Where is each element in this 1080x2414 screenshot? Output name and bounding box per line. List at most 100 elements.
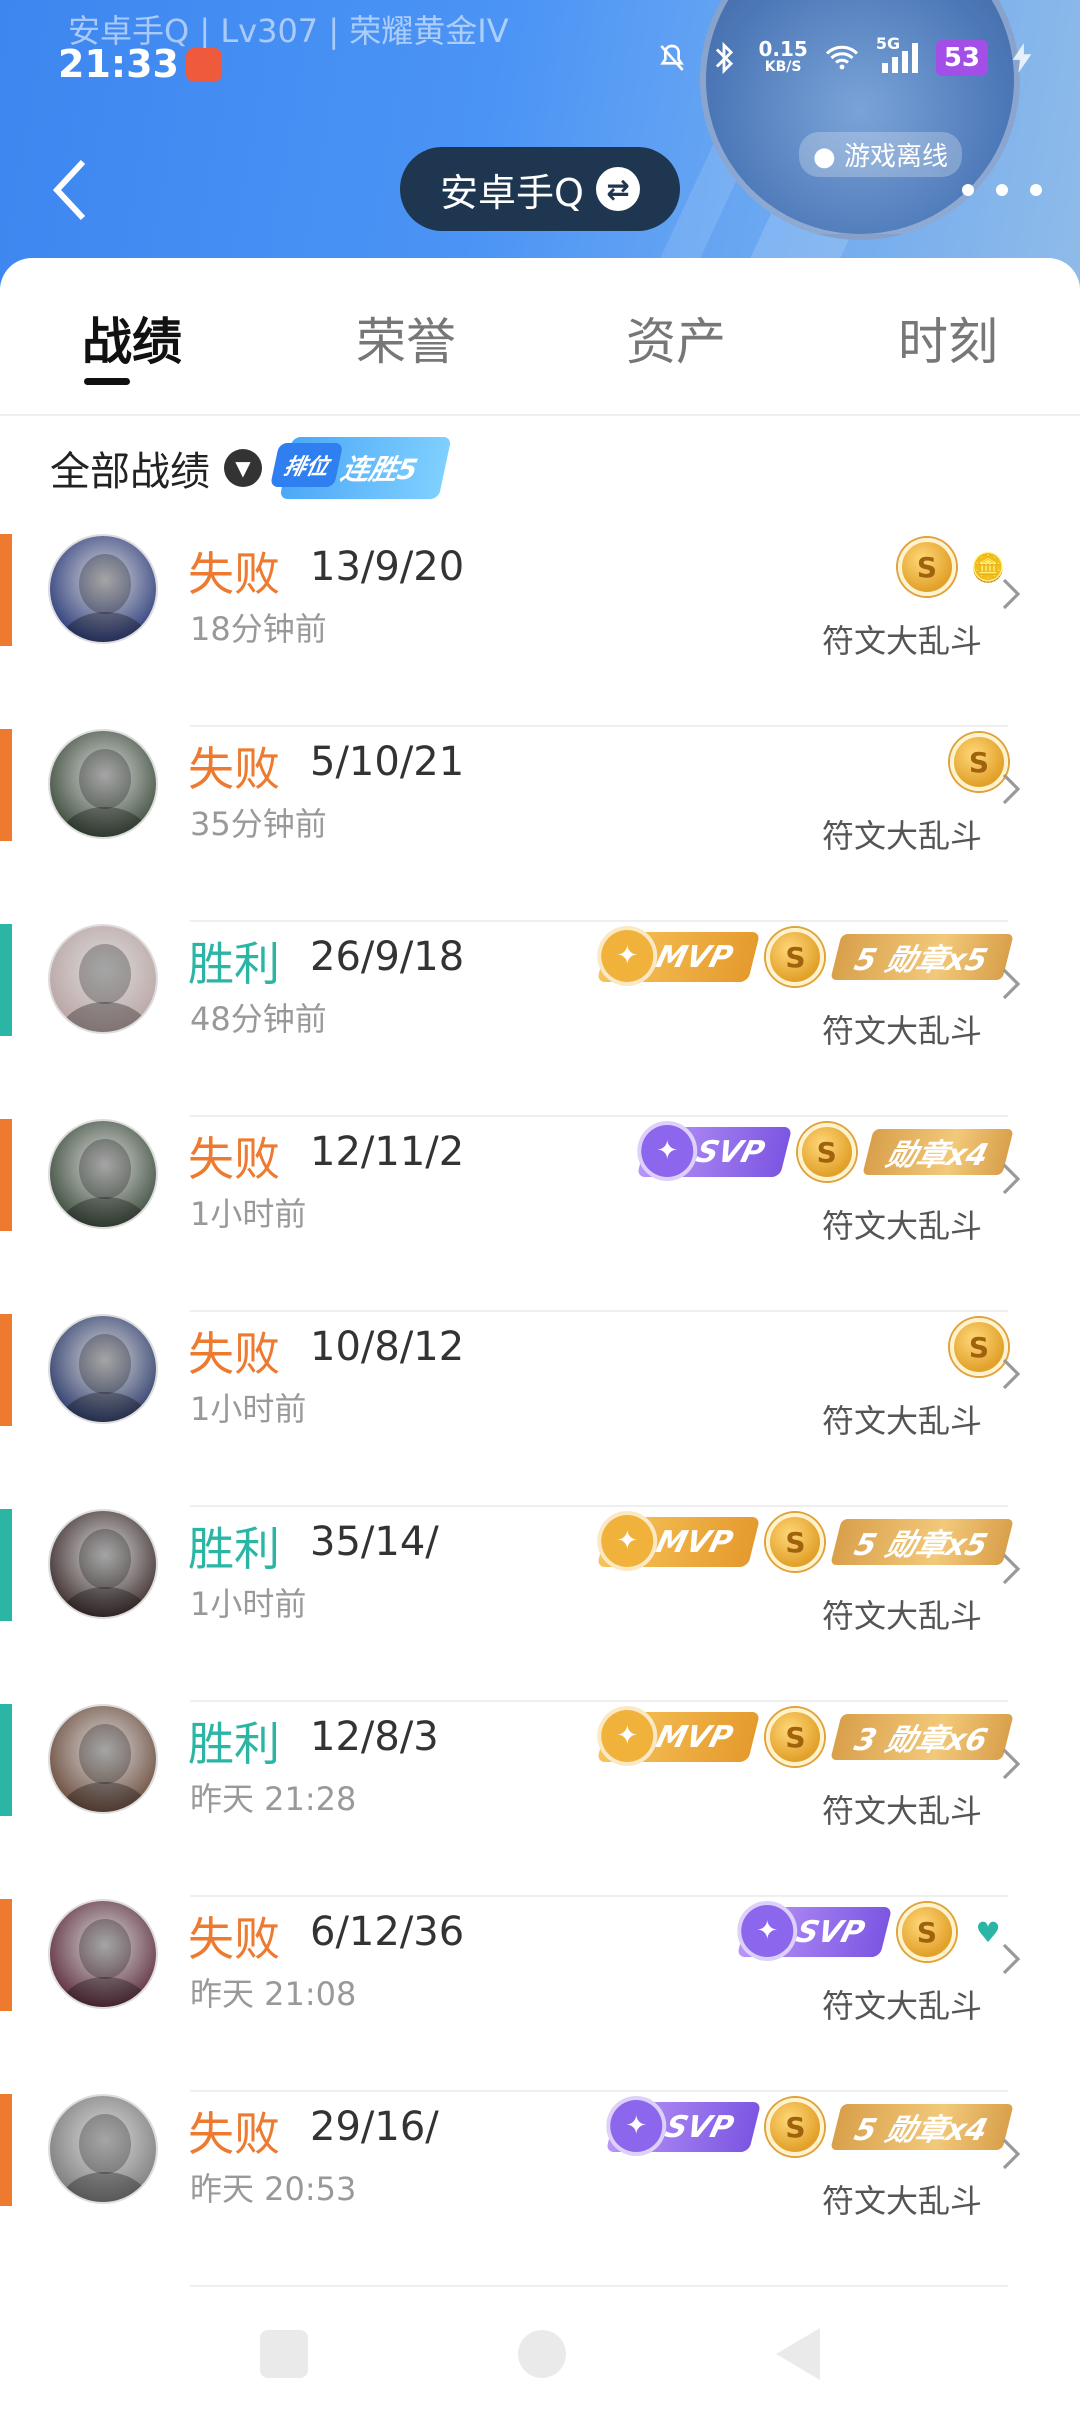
coin-icon: S xyxy=(766,928,825,986)
game-status-chip: ● 游戏离线 xyxy=(799,132,962,177)
medal-badge: 5 勋章x5 xyxy=(830,934,1014,980)
coin-icon: S xyxy=(766,1708,825,1766)
medal-badge: 5 勋章x4 xyxy=(830,2104,1014,2150)
network-speed: 0.15 KB/S xyxy=(758,37,808,76)
medal-badge: 勋章x4 xyxy=(862,1129,1014,1175)
svp-badge: ✦ SVP xyxy=(636,1121,792,1181)
coin-icon: S xyxy=(898,1903,956,1961)
result-indicator-bar xyxy=(0,1704,12,1816)
battery-indicator: 53 xyxy=(935,40,988,76)
match-kda: 13/9/20 xyxy=(310,544,465,590)
game-mode: 符文大乱斗 xyxy=(821,1597,982,1635)
chevron-down-icon[interactable]: ▼ xyxy=(224,449,262,487)
match-row[interactable]: 失败 5/10/21 35分钟前 S 符文大乱斗 xyxy=(0,727,1080,922)
match-result: 失败 xyxy=(188,742,280,796)
match-row[interactable]: 胜利 35/14/ 1小时前 ✦ MVP S 5 勋章x5 符文大乱斗 xyxy=(0,1507,1080,1702)
match-time: 1小时前 xyxy=(190,1585,307,1623)
tab-records[interactable]: 战绩 xyxy=(82,302,182,374)
tab-assets[interactable]: 资产 xyxy=(626,302,726,374)
match-kda: 10/8/12 xyxy=(310,1324,465,1370)
result-indicator-bar xyxy=(0,1119,12,1231)
network-speed-unit: KB/S xyxy=(764,59,802,75)
match-result: 胜利 xyxy=(188,937,280,991)
match-time: 昨天 20:53 xyxy=(190,2170,357,2208)
mvp-star-icon: ✦ xyxy=(597,926,658,986)
cellular-signal-icon: 5G xyxy=(876,34,920,76)
mvp-label: MVP xyxy=(653,1524,737,1560)
match-badges: ✦ MVP S 5 勋章x5 xyxy=(597,922,1014,992)
result-indicator-bar xyxy=(0,534,12,646)
signal-type: 5G xyxy=(875,34,901,53)
chevron-right-icon xyxy=(996,964,1026,1004)
game-mode: 符文大乱斗 xyxy=(821,817,982,855)
dot-icon xyxy=(1030,184,1042,196)
account-switcher[interactable]: 安卓手Q ⇄ xyxy=(400,147,680,231)
match-row[interactable]: 胜利 12/8/3 昨天 21:28 ✦ MVP S 3 勋章x6 符文大乱斗 xyxy=(0,1702,1080,1897)
champion-avatar xyxy=(48,534,158,644)
match-kda: 12/11/2 xyxy=(310,1129,465,1175)
match-badges: ✦ MVP S 3 勋章x6 xyxy=(597,1702,1014,1772)
svp-label: SVP xyxy=(792,1914,869,1950)
status-time: 21:33 xyxy=(58,42,179,86)
result-indicator-bar xyxy=(0,1314,12,1426)
match-row[interactable]: 胜利 26/9/18 48分钟前 ✦ MVP S 5 勋章x5 符文大乱斗 xyxy=(0,922,1080,1117)
recents-button[interactable] xyxy=(260,2330,308,2378)
charging-icon xyxy=(1004,40,1040,76)
match-row[interactable]: 失败 10/8/12 1小时前 S 符文大乱斗 xyxy=(0,1312,1080,1507)
coin-icon: S xyxy=(797,1123,856,1181)
row-divider xyxy=(190,2285,1008,2287)
match-badges: ✦ SVP S ♥ xyxy=(736,1897,1008,1967)
match-result: 胜利 xyxy=(188,1522,280,1576)
game-mode: 符文大乱斗 xyxy=(821,1012,982,1050)
match-result: 胜利 xyxy=(188,1717,280,1771)
match-time: 35分钟前 xyxy=(190,805,327,843)
match-row[interactable]: 失败 12/11/2 1小时前 ✦ SVP S 勋章x4 符文大乱斗 xyxy=(0,1117,1080,1312)
game-mode: 符文大乱斗 xyxy=(821,1207,982,1245)
match-result: 失败 xyxy=(188,547,280,601)
back-nav-button[interactable] xyxy=(776,2328,820,2380)
match-kda: 35/14/ xyxy=(310,1519,439,1565)
back-button[interactable] xyxy=(44,155,94,225)
more-options-button[interactable] xyxy=(962,170,1042,210)
chevron-right-icon xyxy=(996,769,1026,809)
game-status-text: 游戏离线 xyxy=(843,142,948,172)
mute-bell-icon xyxy=(654,40,690,76)
filter-dropdown-label[interactable]: 全部战绩 xyxy=(50,439,210,497)
match-row[interactable]: 失败 29/16/ 昨天 20:53 ✦ SVP S 5 勋章x4 符文大乱斗 xyxy=(0,2092,1080,2287)
champion-avatar xyxy=(48,729,158,839)
match-time: 18分钟前 xyxy=(190,610,327,648)
game-mode: 符文大乱斗 xyxy=(821,1792,982,1830)
network-speed-value: 0.15 xyxy=(758,37,808,61)
tab-active-indicator xyxy=(84,378,130,385)
match-time: 昨天 21:08 xyxy=(190,1975,357,2013)
wifi-icon xyxy=(824,40,860,76)
match-kda: 12/8/3 xyxy=(310,1714,439,1760)
dot-icon xyxy=(962,184,974,196)
match-row[interactable]: 失败 13/9/20 18分钟前 S 🪙 符文大乱斗 xyxy=(0,532,1080,727)
game-mode: 符文大乱斗 xyxy=(821,2182,982,2220)
tab-honor[interactable]: 荣誉 xyxy=(356,302,456,374)
filter-row: 全部战绩 ▼ 排位 连胜5 xyxy=(50,418,453,518)
coin-icon: S xyxy=(898,538,956,596)
mvp-star-icon: ✦ xyxy=(597,1511,658,1571)
header: 安卓手Q | Lv307 | 荣耀黄金IV 21:33 0.15 KB/S 5G… xyxy=(0,0,1080,290)
svp-label: SVP xyxy=(661,2109,737,2145)
chevron-right-icon xyxy=(996,1939,1026,1979)
chevron-right-icon xyxy=(996,1549,1026,1589)
page-title: 安卓手Q xyxy=(440,170,584,215)
svp-badge: ✦ SVP xyxy=(605,2096,761,2156)
dot-icon xyxy=(996,184,1008,196)
tab-moments[interactable]: 时刻 xyxy=(898,302,998,374)
match-kda: 6/12/36 xyxy=(310,1909,465,1955)
mvp-label: MVP xyxy=(653,939,737,975)
svp-star-icon: ✦ xyxy=(737,1901,798,1961)
match-row[interactable]: 失败 6/12/36 昨天 21:08 ✦ SVP S ♥ 符文大乱斗 xyxy=(0,1897,1080,2092)
medal-badge: 5 勋章x5 xyxy=(830,1519,1014,1565)
game-mode: 符文大乱斗 xyxy=(821,622,982,660)
svp-badge: ✦ SVP xyxy=(736,1901,893,1961)
mvp-badge: ✦ MVP xyxy=(597,1511,761,1571)
result-indicator-bar xyxy=(0,1509,12,1621)
match-time: 1小时前 xyxy=(190,1195,307,1233)
home-button[interactable] xyxy=(518,2330,566,2378)
match-time: 48分钟前 xyxy=(190,1000,327,1038)
